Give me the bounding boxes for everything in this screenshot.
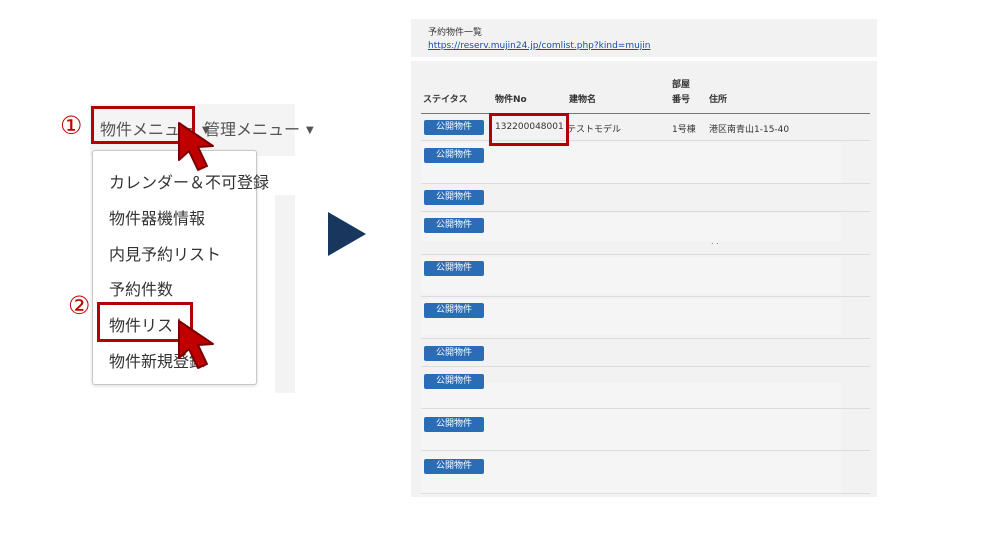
row-divider	[421, 366, 870, 367]
row-background	[421, 453, 841, 495]
row-background	[421, 143, 841, 183]
hand-cursor-icon	[178, 122, 214, 171]
status-badge: 公開物件	[424, 346, 484, 361]
cell-address: 港区南青山1-15-40	[709, 125, 790, 135]
page-url-link[interactable]: https://reserv.mujin24.jp/comlist.php?ki…	[428, 41, 651, 51]
property-no-highlight	[489, 113, 569, 146]
property-menu-dropdown: カレンダー＆不可登録 物件器機情報 内見予約リスト 予約件数 物件リスト 物件新…	[92, 150, 269, 385]
status-badge: 公開物件	[424, 374, 484, 389]
row-divider	[421, 254, 870, 255]
status-badge: 公開物件	[424, 190, 484, 205]
row-background	[421, 411, 841, 451]
play-arrow-icon	[328, 212, 366, 256]
hand-cursor-icon	[178, 320, 214, 369]
page-background-strip	[275, 195, 295, 393]
row-divider	[421, 296, 870, 297]
menu-item-viewing-reservations[interactable]: 内見予約リスト	[109, 241, 221, 265]
cell-placeholder: . .	[711, 237, 719, 246]
menu-item-equipment-info[interactable]: 物件器機情報	[109, 205, 205, 229]
list-header-panel: 予約物件一覧 https://reserv.mujin24.jp/comlist…	[411, 19, 877, 57]
column-header-room-1: 部屋	[672, 80, 691, 90]
column-header-property-no: 物件No	[495, 95, 527, 105]
page-title: 予約物件一覧	[428, 28, 483, 38]
column-header-status: ステイタス	[423, 95, 468, 105]
status-badge: 公開物件	[424, 261, 484, 276]
row-background	[421, 299, 841, 335]
row-divider	[421, 338, 870, 339]
status-badge: 公開物件	[424, 303, 484, 318]
status-badge: 公開物件	[424, 120, 484, 135]
status-badge: 公開物件	[424, 148, 484, 163]
column-header-address: 住所	[709, 95, 728, 105]
step-2-marker: ②	[68, 291, 91, 320]
cell-building: テストモデル	[567, 125, 622, 135]
status-badge: 公開物件	[424, 459, 484, 474]
row-divider	[421, 493, 870, 494]
column-header-building: 建物名	[569, 95, 597, 105]
row-divider	[421, 450, 870, 451]
row-divider	[421, 408, 870, 409]
row-background	[421, 257, 841, 293]
row-divider	[421, 211, 870, 212]
step-1-marker: ①	[60, 111, 83, 140]
cell-room: 1号棟	[672, 125, 696, 135]
status-badge: 公開物件	[424, 417, 484, 432]
menu-item-reservation-count[interactable]: 予約件数	[109, 276, 173, 300]
row-background	[421, 213, 841, 241]
property-list-table: ステイタス 物件No 建物名 部屋 番号 住所 公開物件 13220004800…	[411, 61, 877, 497]
column-header-room-2: 番号	[672, 95, 691, 105]
row-divider	[421, 183, 870, 184]
caret-down-icon: ▼	[306, 125, 314, 136]
status-badge: 公開物件	[424, 218, 484, 233]
